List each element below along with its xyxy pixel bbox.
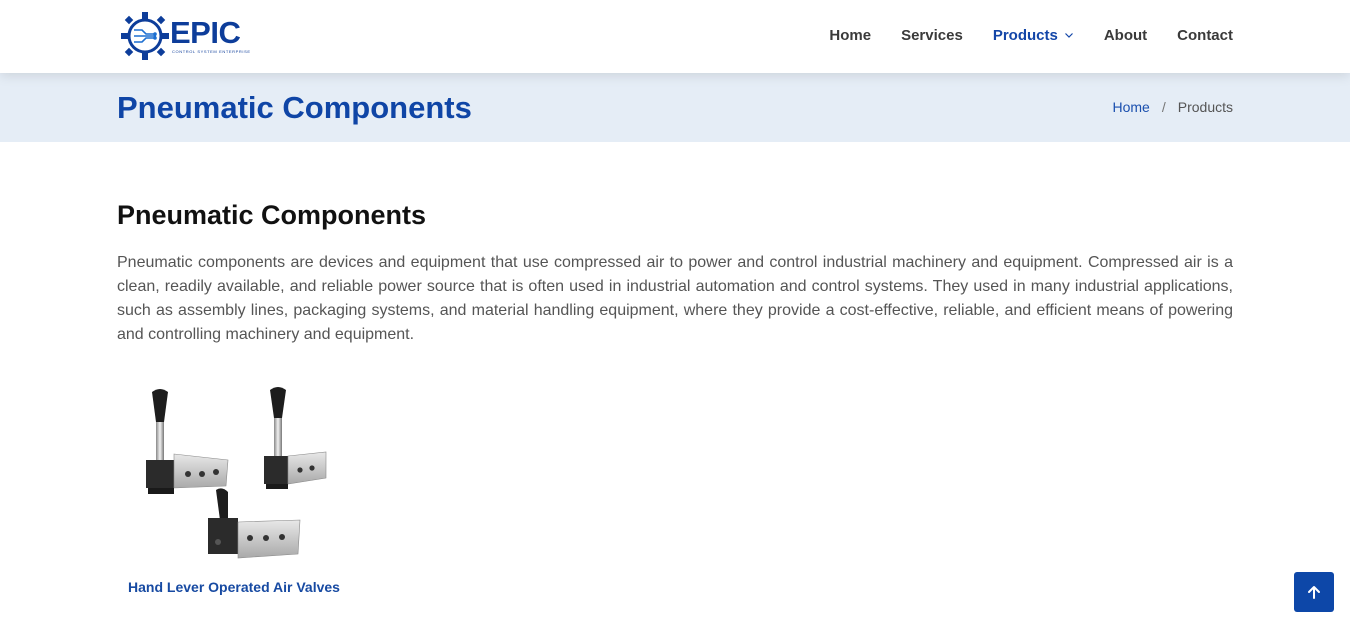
brand-name: EPIC — [170, 15, 241, 50]
hand-lever-valves-image[interactable] — [130, 382, 330, 572]
product-card[interactable]: Hand Lever Operated Air Valves — [117, 382, 351, 595]
arrow-up-icon — [1308, 586, 1320, 599]
breadcrumb-separator: / — [1161, 99, 1166, 115]
section-description: Pneumatic components are devices and equ… — [117, 254, 1233, 343]
nav-home[interactable]: Home — [829, 27, 871, 44]
section-title: Pneumatic Components — [117, 200, 427, 230]
back-to-top-button[interactable] — [1294, 572, 1334, 612]
site-header: EPIC Control System Enterprise Home Serv… — [0, 0, 1350, 73]
page-title: Pneumatic Components — [117, 90, 472, 125]
page-banner: Pneumatic Components Home / Products — [0, 73, 1350, 142]
gear-circuit-icon — [121, 12, 169, 60]
nav-home-label: Home — [829, 26, 872, 44]
brand-tagline: Control System Enterprise — [172, 49, 251, 54]
breadcrumb-home-link[interactable]: Home — [1113, 99, 1150, 115]
main-nav: Home Services Products About Contact — [799, 0, 1233, 70]
breadcrumb-current: Products — [1177, 99, 1233, 115]
nav-products-label: Products — [992, 26, 1058, 44]
nav-about-label: About — [1103, 26, 1148, 44]
nav-products[interactable]: Products — [993, 27, 1074, 44]
nav-services[interactable]: Services — [901, 27, 963, 44]
nav-services-label: Services — [901, 26, 963, 44]
chevron-down-icon — [1064, 33, 1073, 38]
nav-contact[interactable]: Contact — [1177, 27, 1233, 44]
product-link[interactable]: Hand Lever Operated Air Valves — [117, 579, 351, 595]
nav-contact-label: Contact — [1177, 26, 1233, 44]
nav-about[interactable]: About — [1104, 27, 1147, 44]
breadcrumb: Home / Products — [1113, 99, 1234, 115]
brand-logo[interactable]: EPIC Control System Enterprise — [120, 10, 265, 62]
